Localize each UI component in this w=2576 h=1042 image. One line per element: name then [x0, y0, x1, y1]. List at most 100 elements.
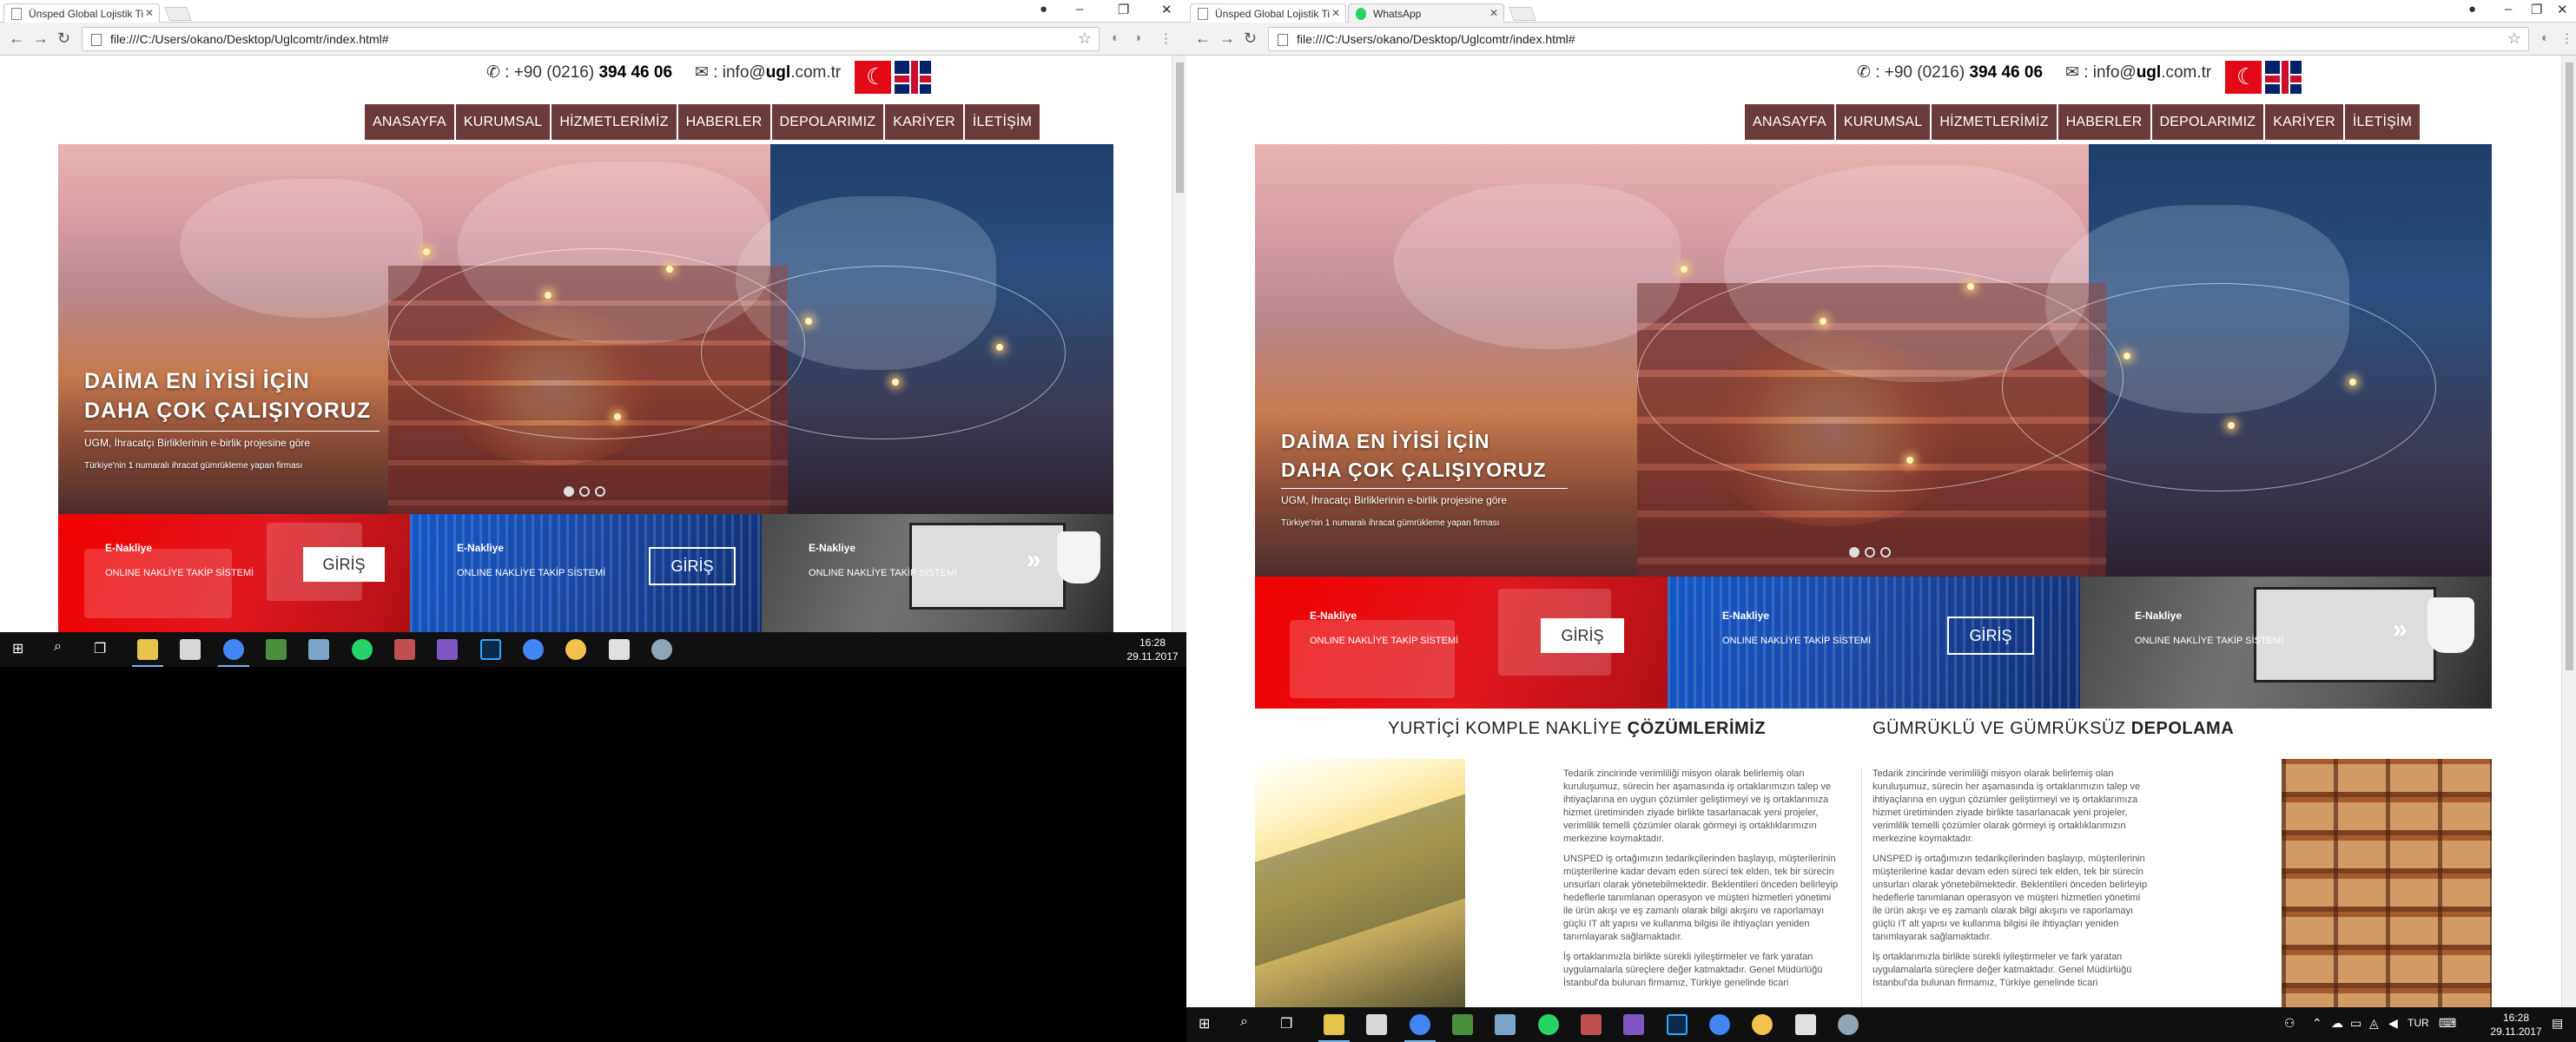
- extension-icon-2[interactable]: ◑: [1133, 30, 1141, 45]
- nav-hizmetlerimiz[interactable]: HİZMETLERİMİZ: [1932, 104, 2057, 140]
- close-window-icon[interactable]: ✕: [1161, 2, 1172, 17]
- tab-unsped[interactable]: Ünsped Global Lojistik Ti ✕: [1190, 3, 1346, 23]
- clock[interactable]: 16:28 29.11.2017: [2487, 1011, 2545, 1039]
- language-indicator[interactable]: TUR: [2408, 1017, 2429, 1029]
- bookmark-star-icon[interactable]: ☆: [1078, 30, 1092, 48]
- nav-depolarimiz[interactable]: DEPOLARIMIZ: [2151, 104, 2264, 140]
- photos-icon[interactable]: [609, 639, 630, 660]
- menu-icon[interactable]: ⋮: [2560, 30, 2573, 46]
- photos-icon[interactable]: [1795, 1014, 1816, 1035]
- nav-anasayfa[interactable]: ANASAYFA: [365, 104, 454, 140]
- app-icon-3[interactable]: [1838, 1014, 1859, 1035]
- reload-icon[interactable]: ↻: [57, 30, 70, 48]
- back-icon[interactable]: ←: [1195, 30, 1211, 48]
- nav-iletisim[interactable]: İLETİŞİM: [2344, 104, 2421, 140]
- notification-icon[interactable]: ▤: [2552, 1016, 2563, 1031]
- visual-studio-icon[interactable]: [437, 639, 458, 660]
- app-icon-3[interactable]: [651, 639, 672, 660]
- chevron-up-icon[interactable]: ⌃: [2312, 1016, 2322, 1031]
- nav-kariyer[interactable]: KARİYER: [885, 104, 963, 140]
- emoji-app-icon[interactable]: [565, 639, 586, 660]
- menu-icon[interactable]: ⋮: [1159, 30, 1172, 46]
- profile-icon[interactable]: ●: [2468, 2, 2476, 16]
- mail-icon[interactable]: [1366, 1014, 1387, 1035]
- task-view-icon[interactable]: ❐: [94, 640, 106, 657]
- keyboard-icon[interactable]: ⌨: [2439, 1016, 2456, 1031]
- nav-haberler[interactable]: HABERLER: [677, 104, 770, 140]
- nav-kariyer[interactable]: KARİYER: [2265, 104, 2343, 140]
- nav-kurumsal[interactable]: KURUMSAL: [455, 104, 551, 140]
- close-icon[interactable]: ✕: [1489, 7, 1498, 19]
- search-icon[interactable]: ⌕: [1240, 1014, 1248, 1030]
- notepad-plus-icon[interactable]: [1452, 1014, 1473, 1035]
- bookmark-star-icon[interactable]: ☆: [2507, 30, 2521, 48]
- uk-flag-icon[interactable]: [895, 61, 931, 94]
- chrome-icon[interactable]: [1404, 1014, 1436, 1042]
- close-icon[interactable]: ✕: [1331, 7, 1340, 19]
- app-icon[interactable]: [1495, 1014, 1516, 1035]
- new-tab-button[interactable]: [1509, 7, 1536, 21]
- giris-button[interactable]: GİRİŞ: [649, 547, 736, 585]
- app-icon[interactable]: [308, 639, 329, 660]
- giris-button[interactable]: GİRİŞ: [1541, 618, 1624, 653]
- mail-icon[interactable]: [180, 639, 201, 660]
- volume-icon[interactable]: ◀: [2388, 1016, 2398, 1031]
- uk-flag-icon[interactable]: [2265, 61, 2302, 94]
- slider-dot-2[interactable]: [579, 486, 590, 497]
- back-icon[interactable]: ←: [9, 30, 24, 48]
- slider-dot-3[interactable]: [1880, 547, 1891, 557]
- tab-unsped[interactable]: Ünsped Global Lojistik Ti ✕: [3, 3, 160, 23]
- network-icon[interactable]: ◬: [2369, 1016, 2379, 1031]
- reload-icon[interactable]: ↻: [1244, 30, 1257, 48]
- hero-slider[interactable]: DAİMA EN İYİSİ İÇİN DAHA ÇOK ÇALIŞIYORUZ…: [58, 144, 1113, 514]
- slider-dot-1[interactable]: [1849, 547, 1859, 557]
- slider-dot-1[interactable]: [564, 486, 574, 497]
- chrome-icon-2[interactable]: [1709, 1014, 1730, 1035]
- giris-button[interactable]: GİRİŞ: [1947, 617, 2034, 655]
- close-window-icon[interactable]: ✕: [2557, 2, 2568, 17]
- photoshop-icon[interactable]: [1667, 1014, 1688, 1035]
- nav-depolarimiz[interactable]: DEPOLARIMIZ: [771, 104, 884, 140]
- app-icon-2[interactable]: [394, 639, 415, 660]
- battery-icon[interactable]: ▭: [2350, 1016, 2361, 1031]
- forward-icon[interactable]: →: [1219, 30, 1235, 48]
- turkish-flag-icon[interactable]: ☾: [855, 61, 891, 94]
- nav-kurumsal[interactable]: KURUMSAL: [1835, 104, 1931, 140]
- nav-anasayfa[interactable]: ANASAYFA: [1745, 104, 1834, 140]
- clock[interactable]: 16:28 29.11.2017: [1122, 636, 1183, 663]
- next-arrow-icon[interactable]: »: [2393, 615, 2408, 644]
- onedrive-icon[interactable]: ☁: [2331, 1016, 2343, 1031]
- minimize-icon[interactable]: –: [1076, 2, 1083, 16]
- slider-dot-2[interactable]: [1865, 547, 1875, 557]
- scrollbar-thumb[interactable]: [2566, 63, 2573, 670]
- nav-iletisim[interactable]: İLETİŞİM: [964, 104, 1040, 140]
- slider-dot-3[interactable]: [595, 486, 605, 497]
- emoji-app-icon[interactable]: [1752, 1014, 1773, 1035]
- visual-studio-icon[interactable]: [1623, 1014, 1644, 1035]
- windows-start-icon[interactable]: ⊞: [12, 640, 23, 657]
- giris-button[interactable]: GİRİŞ: [303, 547, 385, 582]
- minimize-icon[interactable]: –: [2505, 2, 2512, 16]
- windows-start-icon[interactable]: ⊞: [1199, 1015, 1210, 1032]
- maximize-icon[interactable]: ❐: [2531, 2, 2542, 17]
- extension-icon[interactable]: ◐: [1112, 30, 1120, 45]
- file-explorer-icon[interactable]: [1318, 1014, 1350, 1042]
- chrome-icon-2[interactable]: [523, 639, 544, 660]
- nav-hizmetlerimiz[interactable]: HİZMETLERİMİZ: [552, 104, 677, 140]
- turkish-flag-icon[interactable]: ☾: [2225, 61, 2262, 94]
- extension-icon[interactable]: ◐: [2541, 30, 2549, 45]
- tab-whatsapp[interactable]: WhatsApp ✕: [1348, 3, 1504, 23]
- next-arrow-icon[interactable]: »: [1027, 545, 1041, 575]
- hero-slider[interactable]: DAİMA EN İYİSİ İÇİN DAHA ÇOK ÇALIŞIYORUZ…: [1255, 144, 2492, 578]
- address-bar[interactable]: file:///C:/Users/okano/Desktop/Uglcomtr/…: [82, 27, 1100, 51]
- nav-haberler[interactable]: HABERLER: [2057, 104, 2150, 140]
- chrome-icon[interactable]: [218, 639, 249, 667]
- forward-icon[interactable]: →: [33, 30, 49, 48]
- scrollbar[interactable]: [2561, 56, 2576, 1007]
- file-explorer-icon[interactable]: [132, 639, 163, 667]
- task-view-icon[interactable]: ❐: [1280, 1015, 1292, 1032]
- scrollbar[interactable]: [1172, 56, 1186, 632]
- notepad-plus-icon[interactable]: [266, 639, 287, 660]
- scrollbar-thumb[interactable]: [1176, 63, 1184, 193]
- whatsapp-icon[interactable]: [1538, 1014, 1559, 1035]
